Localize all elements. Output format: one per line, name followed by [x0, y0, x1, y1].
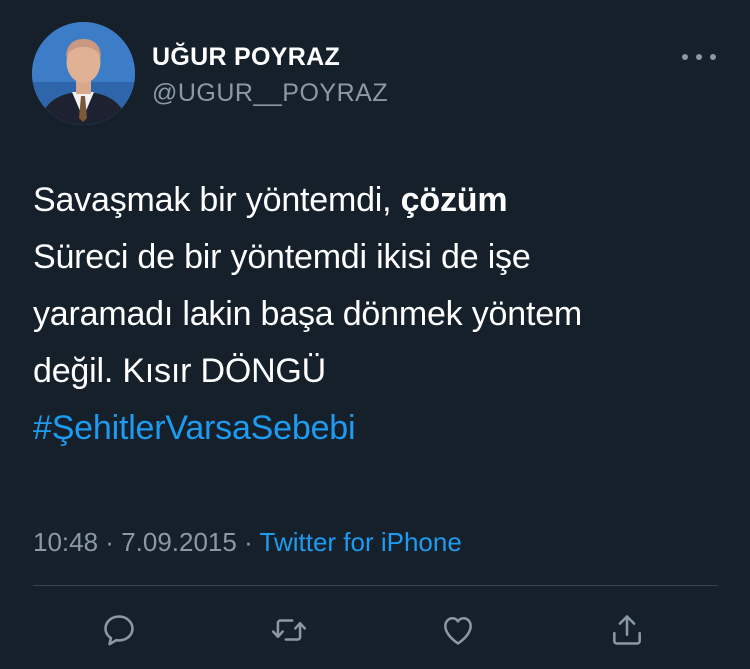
reply-button[interactable]: [97, 608, 141, 652]
reply-icon: [104, 615, 134, 646]
tweet-line: Süreci de bir yöntemdi ikisi de işe: [33, 238, 531, 276]
tweet-text-segment: Savaşmak bir yöntemdi,: [33, 181, 401, 219]
more-dot: [696, 54, 702, 60]
divider: [33, 585, 718, 586]
retweet-icon: [271, 619, 307, 641]
tweet-line: Savaşmak bir yöntemdi, çözüm: [33, 172, 723, 229]
more-dot: [682, 54, 688, 60]
user-handle[interactable]: @UGUR__POYRAZ: [152, 79, 388, 108]
tweet-line: #ŞehitlerVarsaSebebi: [33, 400, 723, 457]
action-bar: [0, 608, 750, 652]
meta-separator: ·: [98, 527, 122, 557]
heart-icon: [444, 617, 472, 645]
meta-separator: ·: [236, 527, 260, 557]
tweet-line: değil. Kısır DÖNGÜ: [33, 352, 327, 390]
like-button[interactable]: [436, 608, 480, 652]
tweet-card: UĞUR POYRAZ @UGUR__POYRAZ Savaşmak bir y…: [0, 0, 750, 669]
share-button[interactable]: [605, 608, 649, 652]
avatar-image: [32, 22, 135, 125]
display-name[interactable]: UĞUR POYRAZ: [152, 43, 340, 72]
tweet-time: 10:48: [33, 527, 99, 557]
tweet-line: yaramadı lakin başa dönmek yöntem: [33, 295, 583, 333]
avatar[interactable]: [32, 22, 135, 125]
tweet-source-link[interactable]: Twitter for iPhone: [260, 527, 462, 557]
retweet-button[interactable]: [267, 608, 311, 652]
hashtag-link[interactable]: #ŞehitlerVarsaSebebi: [33, 409, 356, 447]
tweet-text: Savaşmak bir yöntemdi, çözüm Süreci de b…: [33, 172, 723, 457]
tweet-date[interactable]: 7.09.2015: [121, 527, 237, 557]
share-icon: [613, 615, 641, 645]
more-dot: [710, 54, 716, 60]
tweet-bold-word: çözüm: [400, 181, 508, 219]
more-horizontal-icon[interactable]: [682, 52, 716, 62]
tweet-meta: 10:48 · 7.09.2015 · Twitter for iPhone: [33, 527, 462, 558]
